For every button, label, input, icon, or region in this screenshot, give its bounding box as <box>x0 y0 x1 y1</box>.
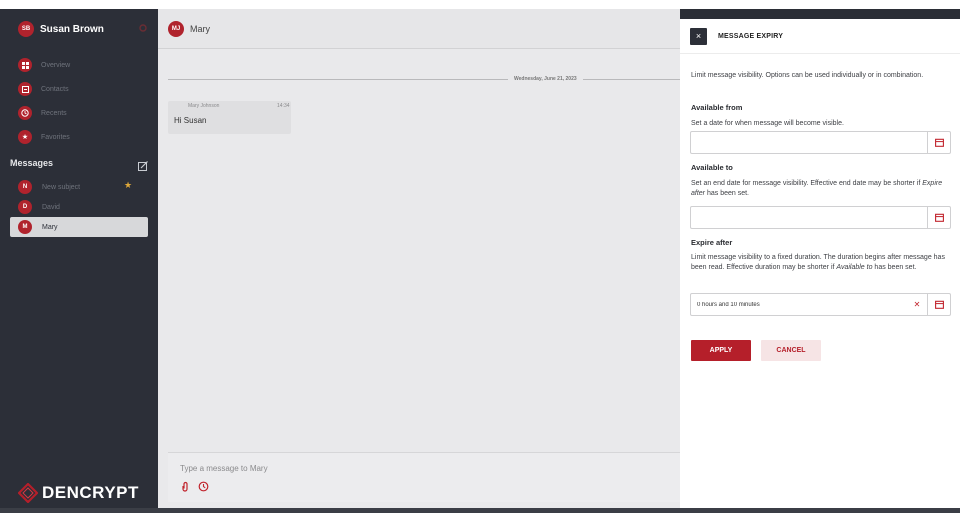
calendar-icon[interactable] <box>927 207 951 228</box>
expiry-timer-icon[interactable] <box>198 479 209 492</box>
sidebar-item-overview[interactable]: Overview <box>18 57 148 73</box>
available-to-field <box>690 206 951 229</box>
panel-header: × MESSAGE EXPIRY <box>680 19 960 54</box>
available-to-description: Set an end date for message visibility. … <box>691 180 943 197</box>
settings-icon[interactable] <box>138 23 148 33</box>
sidebar: SB Susan Brown Overview Contacts Recents… <box>0 9 158 508</box>
clear-icon[interactable]: ✕ <box>912 299 922 309</box>
star-icon: ★ <box>18 130 32 144</box>
window-bottom-strip <box>0 508 960 513</box>
user-name: Susan Brown <box>40 23 104 35</box>
close-button[interactable]: × <box>690 27 707 45</box>
logo-text: DENCRYPT <box>42 483 139 502</box>
app-logo: DENCRYPT <box>18 483 139 503</box>
date-separator-line <box>168 79 680 80</box>
available-to-heading: Available to <box>691 163 733 172</box>
chat-avatar: MJ <box>168 20 184 37</box>
message-expiry-panel: × MESSAGE EXPIRY Limit message visibilit… <box>680 19 960 508</box>
available-from-description: Set a date for when message will become … <box>691 120 844 127</box>
clock-icon <box>18 106 32 120</box>
contacts-icon <box>18 82 32 96</box>
expire-after-field: ✕ <box>690 293 951 316</box>
conversation-label: Mary <box>42 223 58 231</box>
cancel-button[interactable]: CANCEL <box>761 340 821 361</box>
composer-toolbar <box>180 479 216 492</box>
conversation-item-new-subject[interactable]: N New subject ★ <box>10 177 148 197</box>
conversation-label: David <box>42 203 60 211</box>
messages-title: Messages <box>10 158 54 168</box>
compose-icon[interactable] <box>138 158 148 171</box>
expire-after-input[interactable] <box>691 294 927 315</box>
sidebar-item-label: Recents <box>41 109 67 117</box>
conversation-label: New subject <box>42 183 81 191</box>
calendar-icon[interactable] <box>927 294 951 315</box>
available-from-heading: Available from <box>691 103 743 112</box>
panel-intro: Limit message visibility. Options can be… <box>691 72 924 79</box>
available-from-field <box>690 131 951 154</box>
calendar-icon[interactable] <box>927 132 951 153</box>
messages-section-header: Messages <box>10 155 148 171</box>
user-avatar: SB <box>18 21 34 37</box>
logo-mark-icon <box>18 483 38 503</box>
message-composer <box>168 452 680 502</box>
date-separator: Wednesday, June 21, 2023 <box>168 75 680 85</box>
chat-title: Mary <box>190 23 210 34</box>
star-icon: ★ <box>124 180 133 190</box>
chat-header: MJ Mary <box>158 9 680 49</box>
chat-panel: MJ Mary Wednesday, June 21, 2023 Mary Jo… <box>158 9 680 508</box>
sidebar-item-recents[interactable]: Recents <box>18 105 148 121</box>
available-to-input[interactable] <box>691 207 927 228</box>
conversation-item-david[interactable]: D David <box>10 197 148 217</box>
sidebar-item-contacts[interactable]: Contacts <box>18 81 148 97</box>
date-separator-text: Wednesday, June 21, 2023 <box>508 75 583 84</box>
apply-button[interactable]: APPLY <box>691 340 751 361</box>
conversation-avatar: D <box>18 200 32 214</box>
panel-title: MESSAGE EXPIRY <box>718 32 784 40</box>
attachment-icon[interactable] <box>180 479 191 492</box>
message-input[interactable] <box>180 461 660 475</box>
available-from-input[interactable] <box>691 132 927 153</box>
message-bubble[interactable]: Mary Johnson 14:34 Hi Susan <box>168 101 291 134</box>
sidebar-item-label: Favorites <box>41 133 70 141</box>
window-top-strip <box>0 0 960 9</box>
sidebar-item-favorites[interactable]: ★ Favorites <box>18 129 148 145</box>
conversation-item-mary[interactable]: M Mary <box>10 217 148 237</box>
expire-after-description: Limit message visibility to a fixed dura… <box>691 254 945 271</box>
conversation-avatar: M <box>18 220 32 234</box>
current-user[interactable]: SB Susan Brown <box>0 9 158 49</box>
sidebar-item-label: Overview <box>41 61 71 69</box>
conversation-avatar: N <box>18 180 32 194</box>
message-time: 14:34 <box>277 103 290 109</box>
message-text: Hi Susan <box>174 116 207 125</box>
message-sender: Mary Johnson <box>188 103 220 109</box>
sidebar-item-label: Contacts <box>41 85 69 93</box>
expire-after-heading: Expire after <box>691 238 733 247</box>
grid-icon <box>18 58 32 72</box>
